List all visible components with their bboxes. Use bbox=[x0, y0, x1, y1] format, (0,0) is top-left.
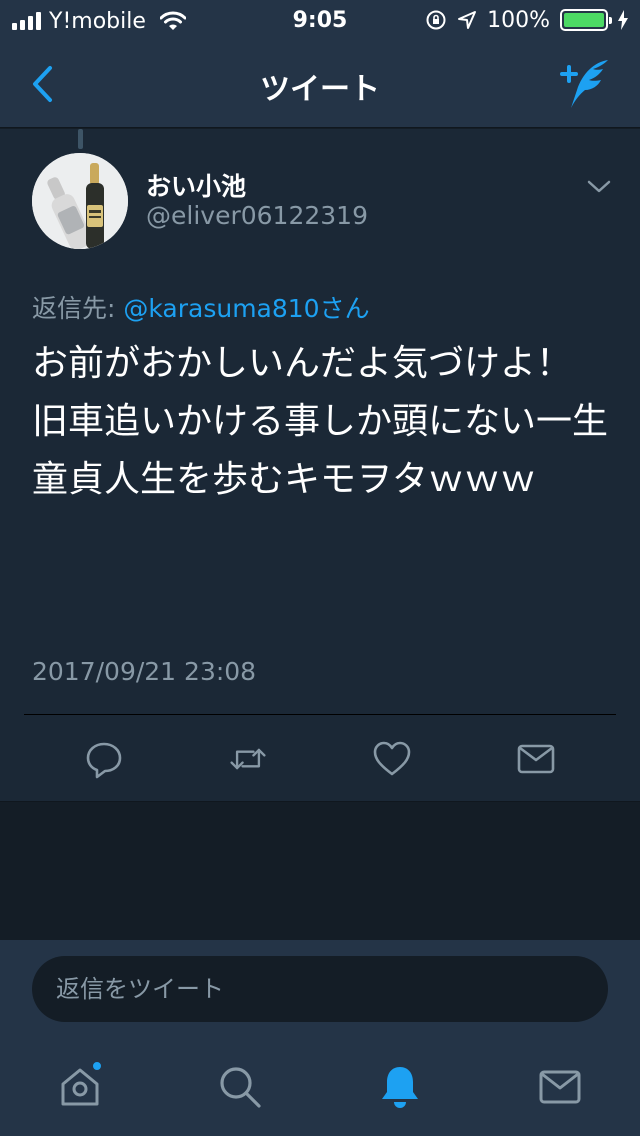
tweet-text: お前がおかしいんだよ気づけよ！ 旧車追いかける事しか頭にない一生童貞人生を歩むキ… bbox=[32, 343, 609, 500]
bell-icon bbox=[382, 1067, 418, 1108]
reply-context: 返信先: @karasuma810さん bbox=[32, 289, 370, 325]
reply-composer bbox=[0, 940, 640, 1040]
tweet-actions bbox=[0, 729, 640, 789]
tab-home[interactable] bbox=[55, 1060, 105, 1112]
like-button[interactable] bbox=[372, 739, 412, 779]
battery-percent: 100% bbox=[487, 7, 550, 33]
retweet-button[interactable] bbox=[228, 739, 268, 779]
navigation-bar: ツイート bbox=[0, 40, 640, 128]
tab-search[interactable] bbox=[215, 1062, 265, 1112]
tab-bar bbox=[0, 1040, 640, 1136]
heart-icon bbox=[373, 741, 411, 776]
champagne-bottles-image bbox=[32, 153, 128, 249]
compose-tweet-button[interactable] bbox=[558, 56, 614, 112]
page-title: ツイート bbox=[260, 72, 380, 107]
battery-icon bbox=[560, 9, 612, 31]
reply-button[interactable] bbox=[84, 739, 124, 779]
tab-messages[interactable] bbox=[535, 1062, 585, 1112]
share-via-message-button[interactable] bbox=[516, 739, 556, 779]
charging-bolt-icon bbox=[618, 10, 628, 30]
more-options-button[interactable] bbox=[584, 173, 614, 199]
reply-to-label: 返信先: bbox=[32, 294, 124, 323]
reply-mention-link[interactable]: @karasuma810さん bbox=[123, 294, 369, 323]
status-bar: Y!mobile 9:05 100% bbox=[0, 0, 640, 40]
mail-icon bbox=[539, 1070, 581, 1104]
retweet-icon bbox=[230, 748, 266, 770]
tab-notifications[interactable] bbox=[375, 1062, 425, 1112]
display-name[interactable]: おい小池 bbox=[146, 167, 246, 203]
notification-dot bbox=[91, 1060, 103, 1072]
reply-icon bbox=[86, 742, 122, 779]
user-handle[interactable]: @eliver06122319 bbox=[146, 201, 368, 230]
thread-connector bbox=[78, 129, 83, 149]
location-arrow-icon bbox=[458, 11, 477, 29]
search-icon bbox=[220, 1067, 261, 1108]
tweet-timestamp: 2017/09/21 23:08 bbox=[32, 657, 257, 686]
chevron-down-icon bbox=[587, 180, 611, 193]
tweet-card: おい小池 @eliver06122319 返信先: @karasuma810さん… bbox=[0, 129, 640, 802]
mail-icon bbox=[517, 744, 555, 774]
orientation-lock-icon bbox=[426, 10, 446, 30]
status-right: 100% bbox=[425, 7, 628, 33]
avatar[interactable] bbox=[32, 153, 128, 249]
reply-input[interactable] bbox=[32, 956, 608, 1022]
tweet-detail-screen: Y!mobile 9:05 100% ツイート おい小池 @eliver0612… bbox=[0, 0, 640, 1136]
divider bbox=[24, 714, 616, 715]
compose-tweet-icon bbox=[560, 60, 608, 108]
header: Y!mobile 9:05 100% ツイート bbox=[0, 0, 640, 128]
